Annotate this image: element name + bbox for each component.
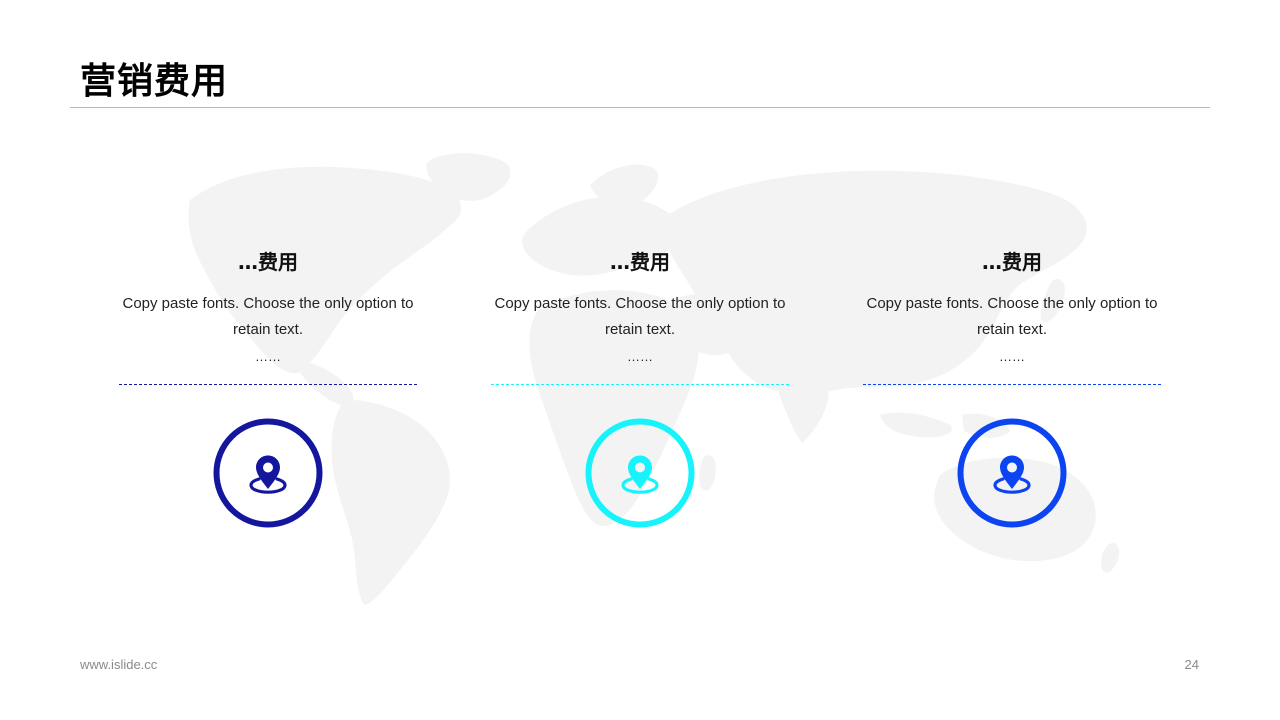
- title-divider: [70, 107, 1210, 108]
- card-heading: …费用: [982, 250, 1042, 274]
- footer-website: www.islide.cc: [80, 657, 158, 672]
- card-heading: …费用: [238, 250, 298, 274]
- card-text: Copy paste fonts. Choose the only option…: [866, 295, 1158, 338]
- location-pin-icon: [213, 418, 323, 528]
- dashed-divider: [491, 384, 789, 385]
- card-ellipsis: ……: [999, 349, 1025, 364]
- card-text: Copy paste fonts. Choose the only option…: [122, 295, 414, 338]
- card-ellipsis: ……: [255, 349, 281, 364]
- card-ellipsis: ……: [627, 349, 653, 364]
- page-title: 营销费用: [80, 61, 229, 102]
- card-text: Copy paste fonts. Choose the only option…: [494, 295, 786, 338]
- location-pin-icon: [585, 418, 695, 528]
- cost-card-3: …费用 Copy paste fonts. Choose the only op…: [857, 245, 1167, 535]
- location-pin-icon: [957, 418, 1067, 528]
- page-number: 24: [1184, 657, 1199, 672]
- card-heading: …费用: [610, 250, 670, 274]
- cost-card-2: …费用 Copy paste fonts. Choose the only op…: [485, 245, 795, 535]
- dashed-divider: [119, 384, 417, 385]
- cost-card-1: …费用 Copy paste fonts. Choose the only op…: [113, 245, 423, 535]
- dashed-divider: [863, 384, 1161, 385]
